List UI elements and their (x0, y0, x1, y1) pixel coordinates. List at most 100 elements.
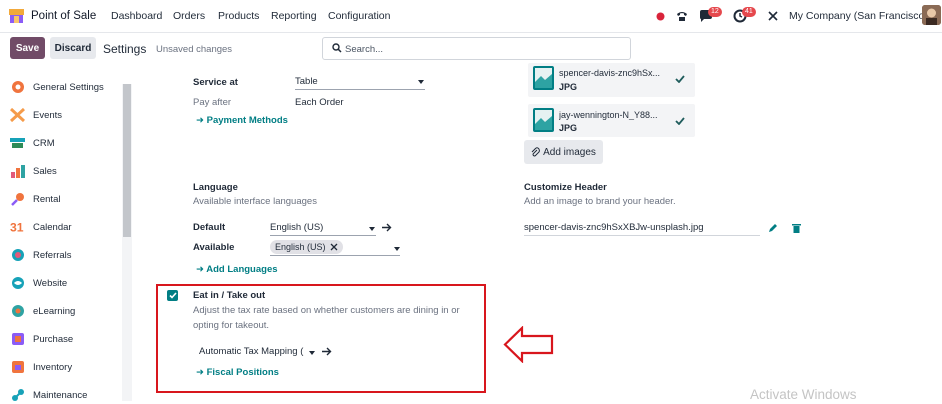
status-dot-icon (656, 12, 665, 21)
sidebar-item-website[interactable]: Website (10, 274, 67, 292)
sidebar-item-label: Referrals (33, 249, 72, 261)
language-tag[interactable]: English (US) (270, 240, 343, 254)
sidebar-item-label: General Settings (33, 81, 104, 93)
sidebar-item-referrals[interactable]: Referrals (10, 246, 72, 264)
pay-after-value: Each Order (295, 97, 344, 108)
default-language-select[interactable]: English (US) (270, 222, 376, 236)
phone-icon[interactable] (675, 9, 689, 23)
page-title: Settings (103, 42, 147, 56)
payment-methods-link[interactable]: ➜ Payment Methods (196, 115, 288, 126)
sidebar-item-label: Purchase (33, 333, 74, 345)
sidebar-item-maintenance[interactable]: Maintenance (10, 386, 87, 404)
highlight-arrow-icon (503, 326, 554, 363)
sidebar-item-elearning[interactable]: eLearning (10, 302, 75, 320)
check-icon (675, 117, 685, 125)
image-file-name: spencer-davis-znc9hSx... (559, 68, 661, 78)
maintenance-icon (10, 388, 25, 403)
user-avatar[interactable] (922, 5, 941, 25)
sidebar-item-calendar[interactable]: 31 Calendar (10, 218, 72, 236)
sidebar-item-inventory[interactable]: Inventory (10, 358, 72, 376)
search-input[interactable] (345, 42, 615, 56)
image-file-ext: JPG (559, 123, 578, 133)
image-card[interactable]: jay-wennington-N_Y88... JPG (528, 104, 695, 137)
image-file-ext: JPG (559, 82, 578, 92)
highlight-box (156, 284, 486, 393)
sidebar-item-label: Sales (33, 165, 57, 177)
default-language-value: English (US) (270, 222, 324, 233)
sidebar-item-sales[interactable]: Sales (10, 162, 57, 180)
trash-icon[interactable] (792, 223, 801, 233)
service-at-label: Service at (193, 77, 238, 88)
search-icon (332, 43, 342, 53)
control-panel: Save Discard Settings Unsaved changes (0, 33, 942, 68)
add-languages-link[interactable]: ➜ Add Languages (196, 264, 278, 275)
company-switcher[interactable]: My Company (San Francisco) (789, 10, 928, 22)
service-at-value: Table (295, 76, 318, 87)
image-thumbnail-icon (533, 66, 554, 90)
gear-icon (10, 80, 25, 95)
tools-icon[interactable] (767, 10, 779, 22)
image-card[interactable]: spencer-davis-znc9hSx... JPG (528, 63, 695, 97)
service-at-select[interactable]: Table (295, 76, 425, 90)
language-description: Available interface languages (193, 196, 317, 207)
add-images-button[interactable]: Add images (524, 140, 603, 164)
calendar-icon: 31 (10, 220, 25, 235)
menu-products[interactable]: Products (218, 10, 259, 22)
save-button[interactable]: Save (10, 37, 45, 59)
remove-tag-icon[interactable] (330, 243, 338, 251)
sidebar-item-label: eLearning (33, 305, 76, 317)
referrals-icon (10, 248, 25, 263)
sidebar-item-label: Maintenance (33, 389, 88, 401)
image-file-name: jay-wennington-N_Y88... (559, 110, 658, 120)
website-icon (10, 276, 25, 291)
sidebar-item-label: Website (33, 277, 68, 289)
sidebar-item-label: CRM (33, 137, 55, 149)
sidebar-scroll-thumb[interactable] (123, 84, 131, 237)
header-file-name: spencer-davis-znc9hSxXBJw-unsplash.jpg (524, 222, 704, 233)
sidebar-item-label: Events (33, 109, 63, 121)
sidebar-item-label: Calendar (33, 221, 72, 233)
crm-icon (10, 136, 25, 151)
search-box[interactable] (322, 37, 631, 60)
inventory-icon (10, 360, 25, 375)
pay-after-label: Pay after (193, 97, 232, 108)
menu-reporting[interactable]: Reporting (271, 10, 317, 22)
events-icon (10, 108, 25, 123)
rental-icon (10, 192, 25, 207)
sidebar-item-label: Rental (33, 193, 61, 205)
top-navbar: Point of Sale Dashboard Orders Products … (0, 0, 942, 33)
sidebar-item-events[interactable]: Events (10, 106, 62, 124)
app-name[interactable]: Point of Sale (31, 10, 96, 22)
menu-orders[interactable]: Orders (173, 10, 205, 22)
elearning-icon (10, 304, 25, 319)
menu-configuration[interactable]: Configuration (328, 10, 390, 22)
sidebar-item-purchase[interactable]: Purchase (10, 330, 73, 348)
check-icon (675, 75, 685, 83)
header-image-field[interactable]: spencer-davis-znc9hSxXBJw-unsplash.jpg (524, 222, 760, 236)
image-thumbnail-icon (533, 108, 554, 132)
customize-header-description: Add an image to brand your header. (524, 196, 676, 207)
pencil-icon[interactable] (768, 223, 778, 233)
pos-app-icon[interactable] (9, 9, 24, 23)
available-languages-label: Available (193, 242, 235, 253)
paperclip-icon (531, 147, 540, 157)
arrow-right-icon[interactable] (382, 223, 392, 232)
settings-sidebar: General Settings Events CRM Sales Rental… (0, 75, 133, 401)
sidebar-item-rental[interactable]: Rental (10, 190, 60, 208)
activate-windows-watermark: Activate Windows (750, 387, 857, 402)
discard-button[interactable]: Discard (50, 37, 96, 59)
language-title: Language (193, 182, 238, 193)
default-language-label: Default (193, 222, 226, 233)
chevron-down-icon (394, 247, 400, 251)
sidebar-item-general-settings[interactable]: General Settings (10, 78, 104, 96)
messages-badge: 12 (708, 7, 722, 17)
sidebar-item-label: Inventory (33, 361, 73, 373)
sales-icon (10, 164, 25, 179)
sidebar-item-crm[interactable]: CRM (10, 134, 55, 152)
purchase-icon (10, 332, 25, 347)
chevron-down-icon (418, 80, 424, 84)
svg-text:31: 31 (10, 221, 24, 234)
chevron-down-icon (369, 227, 375, 231)
customize-header-title: Customize Header (524, 182, 607, 193)
menu-dashboard[interactable]: Dashboard (111, 10, 162, 22)
